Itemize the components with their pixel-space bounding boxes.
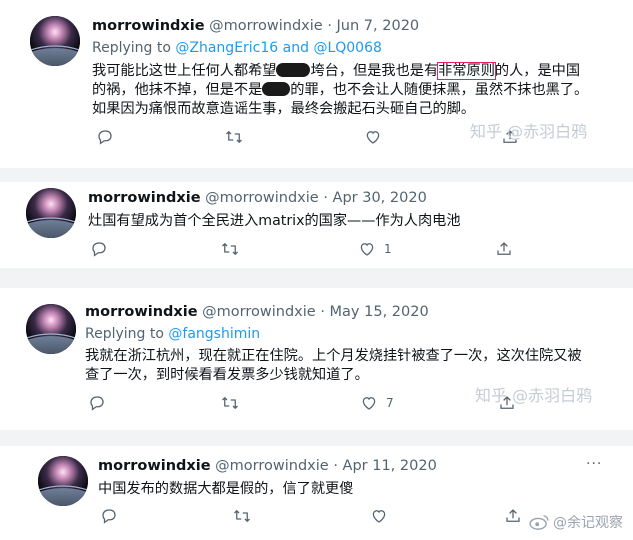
separator-dot: ·	[327, 18, 332, 34]
user-handle[interactable]: @morrowindxie	[215, 458, 329, 474]
share-icon	[506, 509, 520, 522]
tweet-header: morrowindxie @morrowindxie · Jun 7, 2020	[92, 18, 419, 34]
retweet-button[interactable]	[220, 394, 248, 412]
tweet-date[interactable]: Apr 11, 2020	[343, 458, 437, 474]
replying-to: Replying to @fangshimin	[85, 326, 261, 342]
avatar[interactable]	[30, 16, 80, 66]
replying-to: Replying to @ZhangEric16 and @LQ0068	[92, 40, 382, 56]
tweet-text: 我就在浙江杭州，现在就正在住院。上个月发烧挂针被查了一次，这次住院又被查了一次，…	[85, 348, 582, 383]
reply-button[interactable]	[96, 128, 122, 146]
retweet-icon	[222, 243, 238, 255]
redaction-mark	[262, 82, 291, 96]
user-name[interactable]: morrowindxie	[85, 304, 198, 320]
watermark: 知乎 @赤羽白鸦	[475, 386, 593, 405]
retweet-icon	[234, 510, 250, 522]
user-handle[interactable]: @morrowindxie	[202, 304, 316, 320]
reply-icon	[102, 509, 116, 524]
like-button[interactable]: 1	[358, 240, 392, 258]
like-button[interactable]	[364, 128, 390, 146]
mention-link[interactable]: @fangshimin	[168, 326, 260, 342]
avatar[interactable]	[26, 188, 76, 238]
like-button[interactable]	[370, 507, 396, 525]
tweet-card[interactable]: morrowindxie @morrowindxie · Apr 30, 202…	[0, 182, 633, 268]
reply-icon	[98, 130, 112, 145]
reply-button[interactable]	[100, 507, 126, 525]
like-icon	[372, 510, 386, 523]
reply-icon	[90, 396, 104, 411]
redaction-mark	[276, 63, 311, 77]
retweet-button[interactable]	[224, 128, 252, 146]
avatar[interactable]	[38, 456, 88, 506]
retweet-button[interactable]	[220, 240, 248, 258]
weibo-logo	[529, 515, 549, 530]
mention-link[interactable]: @ZhangEric16	[175, 40, 278, 56]
like-button[interactable]: 7	[360, 394, 394, 412]
tweet-date[interactable]: May 15, 2020	[330, 304, 429, 320]
weibo-watermark-text: @余记观察	[553, 515, 623, 531]
like-icon	[366, 131, 380, 144]
retweet-icon	[226, 131, 242, 143]
like-icon	[360, 243, 374, 256]
tweet-actions: 1	[90, 240, 530, 260]
mention-link[interactable]: @LQ0068	[313, 40, 381, 56]
user-name[interactable]: morrowindxie	[98, 458, 211, 474]
tweet-text: 灶国有望成为首个全民进入matrix的国家——作为人肉电池	[88, 213, 461, 229]
tweet-card[interactable]: morrowindxie @morrowindxie · May 15, 202…	[0, 288, 633, 430]
watermark: 知乎 @赤羽白鸦	[470, 122, 588, 141]
tweet-text: 中国发布的数据大都是假的，信了就更傻	[98, 481, 354, 497]
separator-dot: ·	[333, 458, 338, 474]
like-count: 7	[386, 396, 394, 410]
highlighted-text: 非常原则	[437, 62, 496, 80]
timeline-gap	[0, 268, 633, 288]
avatar[interactable]	[26, 304, 76, 354]
tweet-header: morrowindxie @morrowindxie · May 15, 202…	[85, 304, 429, 320]
tweet-card[interactable]: morrowindxie @morrowindxie · Apr 11, 202…	[0, 446, 633, 540]
share-icon	[497, 242, 511, 255]
tweet-card[interactable]: morrowindxie @morrowindxie · Jun 7, 2020…	[0, 0, 633, 168]
more-icon[interactable]: ···	[586, 456, 602, 472]
separator-dot: ·	[320, 304, 325, 320]
tweet-actions: 7	[88, 394, 528, 414]
reply-button[interactable]	[88, 394, 114, 412]
tweet-actions	[100, 507, 540, 527]
watermark: @余记观察	[528, 512, 623, 532]
tweet-header: morrowindxie @morrowindxie · Apr 30, 202…	[88, 190, 427, 206]
user-handle[interactable]: @morrowindxie	[209, 18, 323, 34]
tweet-text: 我可能比这世上任何人都希望 垮台，但是我也是有非常原则的人，是中国的祸，他抹不掉，…	[92, 62, 589, 117]
tweet-date[interactable]: Jun 7, 2020	[337, 18, 420, 34]
separator-dot: ·	[323, 190, 328, 206]
share-button[interactable]	[504, 507, 522, 525]
reply-button[interactable]	[90, 240, 116, 258]
like-icon	[362, 397, 376, 410]
timeline-gap	[0, 168, 633, 182]
tweet-date[interactable]: Apr 30, 2020	[333, 190, 427, 206]
like-count: 1	[384, 242, 392, 256]
timeline-gap	[0, 430, 633, 446]
reply-icon	[92, 242, 106, 257]
tweet-header: morrowindxie @morrowindxie · Apr 11, 202…	[98, 458, 437, 474]
retweet-icon	[222, 397, 238, 409]
user-name[interactable]: morrowindxie	[92, 18, 205, 34]
user-name[interactable]: morrowindxie	[88, 190, 201, 206]
share-button[interactable]	[495, 240, 513, 258]
retweet-button[interactable]	[232, 507, 260, 525]
user-handle[interactable]: @morrowindxie	[205, 190, 319, 206]
